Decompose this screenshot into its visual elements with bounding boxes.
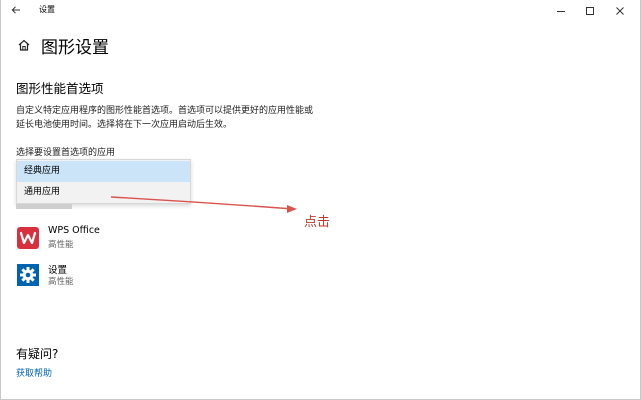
browse-button-partial[interactable] <box>16 204 72 209</box>
get-help-link[interactable]: 获取帮助 <box>16 366 52 379</box>
close-button[interactable] <box>606 0 634 21</box>
section-description: 自定义特定应用程序的图形性能首选项。首选项可以提供更好的应用性能或延长电池使用时… <box>16 106 314 130</box>
page-title: 图形设置 <box>41 38 109 58</box>
title-bar: 设置 <box>1 0 640 21</box>
maximize-icon <box>586 6 594 15</box>
app-type-dropdown[interactable]: 经典应用 通用应用 <box>16 159 191 204</box>
minimize-icon <box>557 10 565 12</box>
app-name: WPS Office <box>48 225 100 236</box>
app-select-label: 选择要设置首选项的应用 <box>16 148 116 158</box>
help-title: 有疑问? <box>16 347 59 361</box>
maximize-button[interactable] <box>576 0 604 21</box>
app-preference: 高性能 <box>48 277 74 287</box>
app-item-settings[interactable]: 设置 高性能 <box>16 261 216 291</box>
section-title: 图形性能首选项 <box>16 81 104 96</box>
annotation-text: 点击 <box>304 215 331 230</box>
settings-gear-icon <box>16 263 40 287</box>
home-icon[interactable] <box>17 37 31 51</box>
minimize-button[interactable] <box>547 0 575 21</box>
wps-office-icon <box>16 226 40 250</box>
window-title: 设置 <box>39 5 55 14</box>
close-icon <box>616 6 624 15</box>
app-preference: 高性能 <box>48 240 74 250</box>
settings-window: 设置 图形设置 图形性能首选项 自定义特定应用程序的图形性能首选项。首选项可以提… <box>0 0 641 400</box>
dropdown-option-universal-app[interactable]: 通用应用 <box>17 182 190 203</box>
app-name: 设置 <box>48 265 68 276</box>
dropdown-option-classic-app[interactable]: 经典应用 <box>17 161 190 182</box>
back-arrow-icon[interactable] <box>9 3 23 17</box>
app-item-wps-office[interactable]: WPS Office 高性能 <box>16 224 216 254</box>
